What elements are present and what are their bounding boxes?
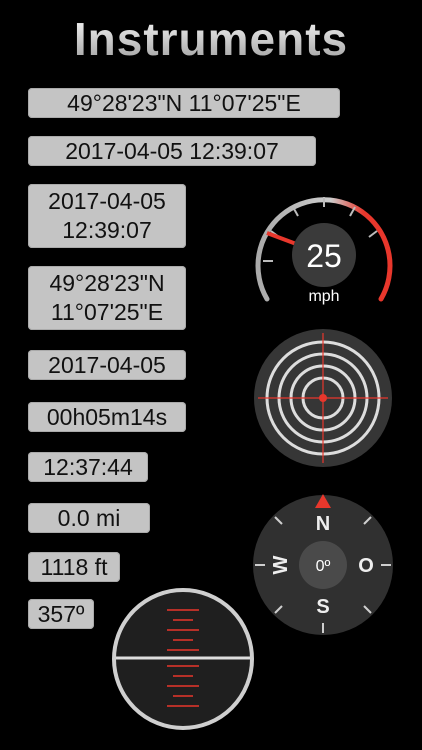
speed-value: 25 [306, 238, 342, 274]
coordinates-stacked-label: 49°28'23"N 11°07'25"E [28, 266, 186, 330]
time-line: 12:39:07 [62, 217, 152, 243]
date-line: 2017-04-05 [48, 188, 166, 214]
compass-south: S [316, 596, 329, 618]
heading-label: 357º [28, 599, 94, 629]
latitude-line: 49°28'23"N [49, 270, 165, 296]
clock-label: 12:37:44 [28, 452, 148, 482]
inclinometer [112, 588, 254, 730]
compass-north: N [316, 513, 330, 535]
longitude-line: 11°07'25"E [50, 299, 164, 325]
compass: N S O W 0º [253, 494, 393, 635]
compass-heading: 0º [316, 558, 331, 575]
radar-target [254, 329, 392, 467]
altitude-label: 1118 ft [28, 552, 120, 582]
date-label: 2017-04-05 [28, 350, 186, 380]
target-dot [319, 394, 327, 402]
duration-label: 00h05m14s [28, 402, 186, 432]
speed-needle [266, 231, 300, 247]
compass-west: W [270, 555, 292, 574]
speedometer: 25 mph [255, 197, 393, 305]
distance-label: 0.0 mi [28, 503, 150, 533]
app-title: Instruments [0, 12, 422, 66]
speed-unit: mph [308, 288, 339, 305]
datetime-stacked-label: 2017-04-05 12:39:07 [28, 184, 186, 248]
compass-east: O [358, 555, 374, 577]
datetime-label: 2017-04-05 12:39:07 [28, 136, 316, 166]
coordinates-label: 49°28'23"N 11°07'25"E [28, 88, 340, 118]
